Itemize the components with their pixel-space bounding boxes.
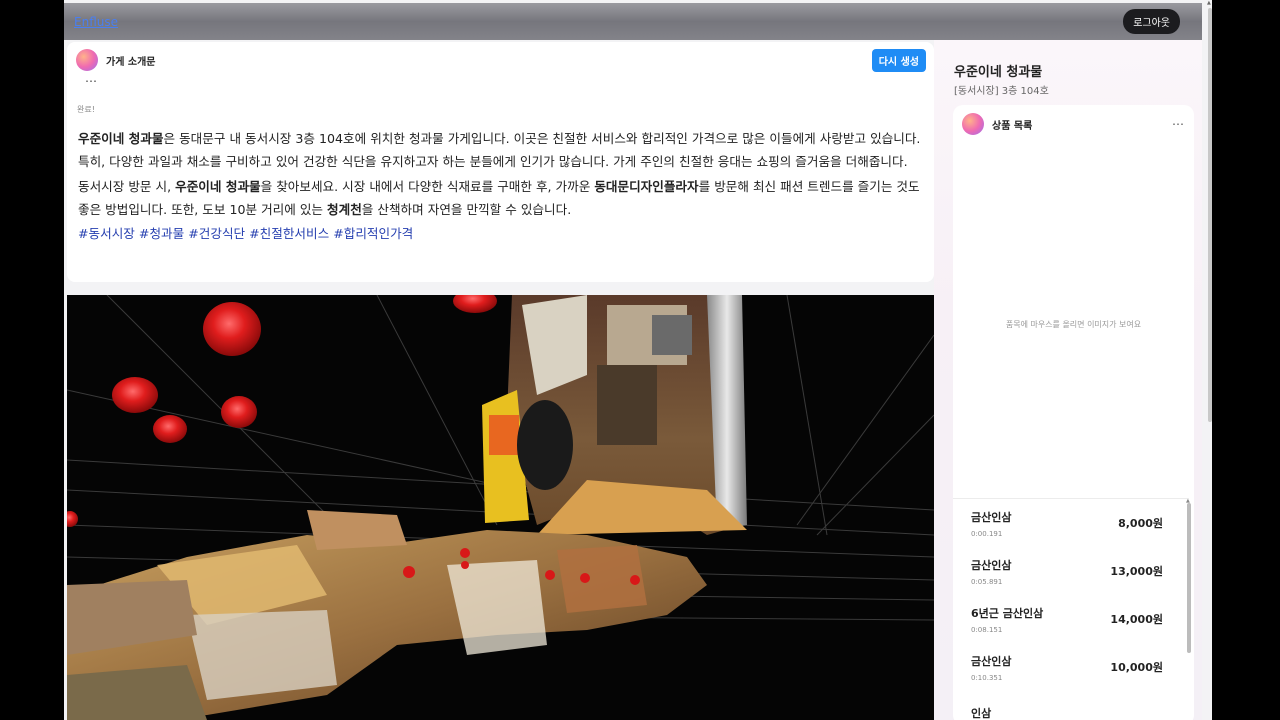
product-info: 인삼 [971,705,991,720]
more-icon[interactable]: ⋯ [1172,117,1185,131]
status-text: 완료! [77,105,95,114]
product-info: 금산인삼 0:00.191 [971,509,1011,538]
hashtag-link[interactable]: #청과물 [139,226,184,241]
body-text: 을 산책하며 자연을 만끽할 수 있습니다. [361,201,572,217]
highlight-text: 우준이네 청과물 [78,131,164,146]
avatar [76,49,98,71]
product-name: 인삼 [971,706,992,720]
hashtag-link[interactable]: #동서시장 [78,226,135,241]
product-price: 14,000원 [1110,613,1163,626]
app-window: Enfluse 로그아웃 가게 소개문 다시 생성 ⋯ 완료! 우준이네 청과물… [64,0,1212,720]
hashtag-link[interactable]: #합리적인가격 [333,226,413,241]
product-list-card: 상품 목록 ⋯ 품목에 마우스를 올리면 이미지가 보여요 금산인삼 0:00.1… [953,105,1194,720]
intro-paragraph-2: 동서시장 방문 시, 우준이네 청과물을 찾아보세요. 시장 내에서 다양한 식… [78,176,922,221]
product-row[interactable]: 금산인삼 0:05.891 13,000원 [953,547,1189,595]
3d-scan-viewer[interactable] [67,295,934,720]
highlight-text: 우준이네 청과물 [175,179,261,194]
product-image-hint: 품목에 마우스를 올리면 이미지가 보여요 [1005,320,1142,329]
product-name: 금산인삼 [971,510,1012,524]
highlight-text: 동대문디자인플라자 [594,179,699,194]
store-name: 우준이네 청과물 [954,65,1043,80]
product-info: 금산인삼 0:10.351 [971,653,1011,682]
body-text: 은 동대문구 내 동서시장 3층 104호에 위치한 청과물 가게입니다. 이곳… [78,131,921,169]
product-timestamp: 0:10.351 [971,673,1003,682]
3d-scene [67,295,934,720]
store-location: [동서시장] 3층 104호 [954,86,1049,97]
regenerate-button[interactable]: 다시 생성 [871,48,926,72]
intro-header: 가게 소개문 다시 생성 [76,47,926,73]
intro-title: 가게 소개문 [106,56,156,68]
body-text: 동서시장 방문 시, [78,179,176,194]
product-price: 13,000원 [1110,565,1163,578]
product-row[interactable]: 6년근 금산인삼 0:08.151 14,000원 [953,595,1189,643]
logout-button[interactable]: 로그아웃 [1123,9,1180,34]
top-bar: Enfluse 로그아웃 [64,3,1202,40]
more-icon[interactable]: ⋯ [85,74,98,88]
intro-card: 가게 소개문 다시 생성 ⋯ 완료! 우준이네 청과물은 동대문구 내 동서시장… [67,42,934,282]
product-name: 금산인삼 [971,654,1012,668]
hashtag-list: #동서시장 #청과물 #건강식단 #친절한서비스 #합리적인가격 [78,223,922,246]
product-timestamp: 0:05.891 [971,577,1003,586]
intro-body: 우준이네 청과물은 동대문구 내 동서시장 3층 104호에 위치한 청과물 가… [78,128,922,246]
product-info: 금산인삼 0:05.891 [971,557,1011,586]
page-scrollbar[interactable] [1208,8,1212,422]
store-panel: 우준이네 청과물 [동서시장] 3층 104호 상품 목록 ⋯ 품목에 마우스를… [934,40,1202,720]
hashtag-link[interactable]: #건강식단 [188,226,245,241]
hashtag-link[interactable]: #친절한서비스 [249,226,329,241]
scroll-up-icon[interactable]: ▲ [1207,0,1211,6]
product-timestamp: 0:00.191 [971,529,1003,538]
product-name: 금산인삼 [971,558,1012,572]
product-info: 6년근 금산인삼 0:08.151 [971,605,1043,634]
product-timestamp: 0:08.151 [971,625,1003,634]
product-price: 8,000원 [1118,517,1163,530]
intro-paragraph-1: 우준이네 청과물은 동대문구 내 동서시장 3층 104호에 위치한 청과물 가… [78,128,922,173]
product-row[interactable]: 금산인삼 0:00.191 8,000원 [953,499,1189,547]
product-name: 6년근 금산인삼 [971,606,1044,620]
product-row[interactable]: 인삼 [953,691,1189,720]
product-price: 10,000원 [1110,661,1163,674]
body-text: 을 찾아보세요. 시장 내에서 다양한 식재료를 구매한 후, 가까운 [260,179,595,194]
product-list: 금산인삼 0:00.191 8,000원 금산인삼 0:05.891 13,000원 6년근… [953,498,1189,720]
highlight-text: 청계천 [327,201,362,217]
product-list-title: 상품 목록 [992,120,1033,132]
product-list-scrollbar[interactable] [1187,503,1191,653]
brand-link[interactable]: Enfluse [74,15,118,29]
product-row[interactable]: 금산인삼 0:10.351 10,000원 [953,643,1189,691]
avatar [962,113,984,135]
product-list-header: 상품 목록 ⋯ [962,112,1185,136]
